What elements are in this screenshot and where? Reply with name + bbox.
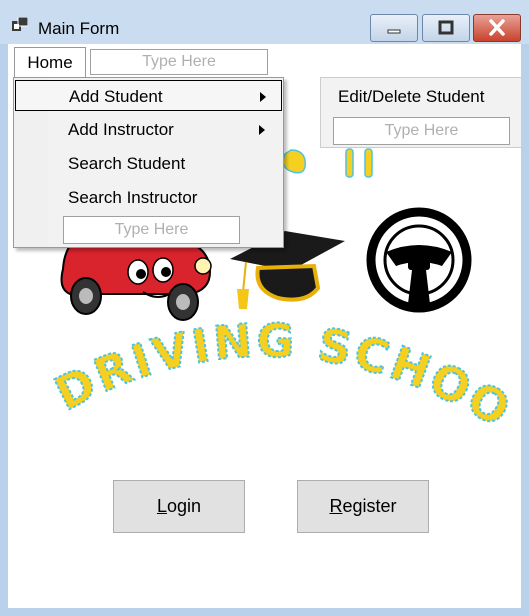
form-client-area: DRIVING SCHOOL Home Type Here Add Studen… — [8, 44, 521, 608]
title-bar[interactable]: Main Form — [0, 0, 529, 44]
login-access-key: L — [156, 496, 167, 516]
main-form-window: Main Form DRIVING SCHOO Home Type Here A… — [0, 0, 529, 616]
menu-item-label: Add Instructor — [68, 120, 174, 139]
login-label-rest: ogin — [166, 496, 202, 516]
home-dropdown-menu: Add Student Add Instructor Search Studen… — [13, 77, 284, 248]
menu-item-label: Edit/Delete Student — [338, 87, 485, 106]
register-label-rest: egister — [342, 496, 397, 516]
menubar-type-here[interactable]: Type Here — [90, 49, 268, 75]
menu-item-search-student[interactable]: Search Student — [15, 148, 282, 179]
minimize-button[interactable] — [370, 14, 418, 42]
menu-home[interactable]: Home — [14, 47, 86, 77]
maximize-icon — [438, 20, 454, 35]
window-title: Main Form — [38, 19, 120, 38]
menu-item-label: Search Student — [68, 154, 186, 173]
menu-item-edit-delete-student[interactable]: Edit/Delete Student — [322, 81, 521, 112]
menu-item-add-student[interactable]: Add Student — [15, 80, 282, 111]
menu-item-label: Add Student — [69, 87, 163, 106]
register-access-key: R — [329, 496, 343, 516]
menu-item-add-instructor[interactable]: Add Instructor — [15, 114, 282, 145]
menu-item-search-instructor[interactable]: Search Instructor — [15, 182, 282, 213]
login-button[interactable]: Login — [113, 480, 245, 533]
close-button[interactable] — [473, 14, 521, 42]
steering-wheel-icon — [366, 207, 472, 313]
minimize-icon — [387, 29, 401, 34]
submenu-arrow-icon — [259, 125, 265, 135]
register-button[interactable]: Register — [297, 480, 429, 533]
submenu-type-here[interactable]: Type Here — [333, 117, 510, 145]
menu-item-label: Search Instructor — [68, 188, 198, 207]
menu-bar: Home Type Here — [8, 44, 521, 77]
close-icon — [489, 19, 505, 36]
logo-top-arc-fragment — [282, 148, 373, 178]
maximize-button[interactable] — [422, 14, 470, 42]
app-icon — [12, 17, 28, 31]
submenu-arrow-icon — [260, 92, 266, 102]
dropdown-type-here[interactable]: Type Here — [63, 216, 240, 244]
add-student-submenu: Edit/Delete Student Type Here — [320, 77, 521, 148]
